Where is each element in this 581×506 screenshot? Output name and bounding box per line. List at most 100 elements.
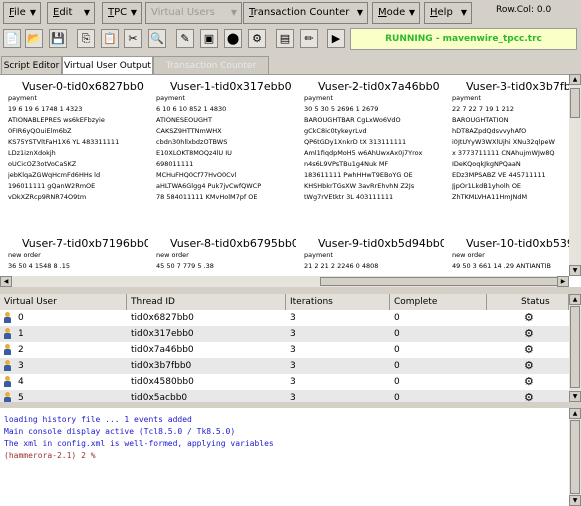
vuser-line: IDeKQoqkJkgNPQaaN bbox=[452, 160, 521, 168]
tab-virtual-user-output[interactable]: Virtual User Output bbox=[62, 56, 153, 74]
user-icon bbox=[4, 344, 11, 355]
terminal-icon[interactable]: ▣ bbox=[200, 29, 218, 48]
column-header-virtual-user[interactable]: Virtual User bbox=[0, 294, 127, 310]
cell-iterations: 3 bbox=[290, 361, 296, 371]
stop-icon[interactable]: ⬤ bbox=[224, 29, 242, 48]
vuser-title: Vuser-10-tid0xb5393bb bbox=[466, 237, 569, 250]
column-header-iterations[interactable]: Iterations bbox=[286, 294, 390, 310]
scroll-up-icon[interactable]: ▲ bbox=[569, 294, 581, 305]
vuser-line: JjpOr1LkdB1yholh OE bbox=[452, 182, 522, 190]
paste-icon[interactable]: 📋 bbox=[101, 29, 119, 48]
vuser-line: new order bbox=[8, 251, 41, 259]
column-header-thread-id[interactable]: Thread ID bbox=[127, 294, 286, 310]
scroll-thumb[interactable] bbox=[320, 277, 568, 286]
menu-tpc[interactable]: TPC ▼ bbox=[102, 2, 142, 24]
vuser-line: KHSHbkrTGsXW 3avRrEhvhN Z2Js bbox=[304, 182, 415, 190]
search-icon[interactable]: 🔍 bbox=[148, 29, 166, 48]
console-vertical-scrollbar[interactable]: ▲ ▼ bbox=[569, 408, 581, 506]
scroll-thumb[interactable] bbox=[570, 88, 580, 118]
console-line: loading history file ... 1 events added bbox=[4, 415, 192, 424]
menu-mode[interactable]: Mode ▼ bbox=[372, 2, 420, 24]
run-icon[interactable]: ▶ bbox=[327, 29, 345, 48]
scroll-thumb[interactable] bbox=[570, 306, 580, 388]
vuser-line: vDkXZRcp9RNR74O9tm bbox=[8, 193, 87, 201]
vuser-line: KS75YSTVltFaH1X6 YL 483311111 bbox=[8, 138, 120, 146]
vuser-line: 30 5 30 5 2696 1 2679 bbox=[304, 105, 379, 113]
running-gears-icon: ⚙ bbox=[524, 327, 534, 340]
pane-splitter[interactable] bbox=[0, 287, 581, 294]
scroll-thumb[interactable] bbox=[570, 420, 580, 494]
console-output[interactable]: loading history file ... 1 events added … bbox=[0, 408, 569, 506]
vuser-line: BAROUGHTATION bbox=[452, 116, 509, 124]
cell-iterations: 3 bbox=[290, 313, 296, 323]
output-vertical-scrollbar[interactable]: ▲ ▼ bbox=[569, 74, 581, 276]
cell-iterations: 3 bbox=[290, 345, 296, 355]
cell-user: 4 bbox=[18, 377, 24, 387]
menu-transaction-counter[interactable]: Transaction Counter ▼ bbox=[243, 2, 368, 24]
chart-icon[interactable]: ▤ bbox=[276, 29, 294, 48]
scroll-down-icon[interactable]: ▼ bbox=[569, 391, 581, 402]
menu-edit[interactable]: Edit ▼ bbox=[47, 2, 95, 24]
save-icon[interactable]: 💾 bbox=[49, 29, 67, 48]
output-horizontal-scrollbar[interactable]: ◀ ▶ bbox=[0, 276, 569, 287]
user-icon bbox=[4, 312, 11, 323]
vuser-line: ATIONABLEPRES ws6kEFbzyie bbox=[8, 116, 105, 124]
cell-complete: 0 bbox=[394, 361, 400, 371]
cell-thread: tid0x3b7fbb0 bbox=[131, 361, 192, 371]
vuser-title: Vuser-1-tid0x317ebb0 bbox=[170, 80, 292, 93]
column-header-status[interactable]: Status bbox=[487, 294, 569, 310]
copy-icon[interactable]: ⎘ bbox=[77, 29, 95, 48]
table-row[interactable]: 5 tid0x5acbb0 3 0 ⚙ bbox=[0, 390, 569, 402]
running-gears-icon: ⚙ bbox=[524, 375, 534, 388]
pencil-icon[interactable]: ✏ bbox=[300, 29, 318, 48]
scroll-left-icon[interactable]: ◀ bbox=[0, 276, 12, 287]
vuser-title: Vuser-8-tid0xb6795bb0 bbox=[170, 237, 296, 250]
console-line: Main console display active (Tcl8.5.0 / … bbox=[4, 427, 236, 436]
scroll-down-icon[interactable]: ▼ bbox=[569, 495, 581, 506]
running-gears-icon: ⚙ bbox=[524, 391, 534, 403]
running-gears-icon: ⚙ bbox=[524, 343, 534, 356]
vuser-title: Vuser-0-tid0x6827bb0 bbox=[22, 80, 144, 93]
table-row[interactable]: 1 tid0x317ebb0 3 0 ⚙ bbox=[0, 326, 569, 342]
open-icon[interactable]: 📂 bbox=[25, 29, 43, 48]
vuser-line: 6 10 6 10 852 1 4830 bbox=[156, 105, 227, 113]
edit-icon[interactable]: ✎ bbox=[176, 29, 194, 48]
menu-help[interactable]: Help ▼ bbox=[424, 2, 472, 24]
chevron-down-icon: ▼ bbox=[230, 8, 237, 17]
cell-user: 1 bbox=[18, 329, 24, 339]
vuser-line: payment bbox=[156, 94, 185, 102]
gears-icon[interactable]: ⚙ bbox=[248, 29, 266, 48]
scroll-right-icon[interactable]: ▶ bbox=[557, 276, 569, 287]
virtual-user-output-pane: Vuser-0-tid0x6827bb0 payment 19 6 19 6 1… bbox=[0, 74, 581, 287]
vuser-line: aHLTWA6Glgg4 Puk7jvCwfQWCP bbox=[156, 182, 262, 190]
table-row[interactable]: 0 tid0x6827bb0 3 0 ⚙ bbox=[0, 310, 569, 326]
table-row[interactable]: 4 tid0x4580bb0 3 0 ⚙ bbox=[0, 374, 569, 390]
vuser-line: n4s6L9VPsTBu1g4Nuk MF bbox=[304, 160, 389, 168]
vuser-title: Vuser-7-tid0xb7196bb0 bbox=[22, 237, 148, 250]
table-row[interactable]: 3 tid0x3b7fbb0 3 0 ⚙ bbox=[0, 358, 569, 374]
scroll-up-icon[interactable]: ▲ bbox=[569, 408, 581, 419]
menu-file[interactable]: File ▼ bbox=[3, 2, 41, 24]
new-icon[interactable]: 📄 bbox=[3, 29, 21, 48]
column-header-complete[interactable]: Complete bbox=[390, 294, 487, 310]
cell-complete: 0 bbox=[394, 345, 400, 355]
vuser-line: payment bbox=[304, 251, 333, 259]
vuser-line: 0FIR6yQOuiElm6bZ bbox=[8, 127, 72, 135]
cut-icon[interactable]: ✂ bbox=[124, 29, 142, 48]
scroll-down-icon[interactable]: ▼ bbox=[569, 265, 581, 276]
vuser-line: Aml1fiqdpMoH5 w6AhUwxAx0j7Yrox bbox=[304, 149, 423, 157]
menu-bar: File ▼ Edit ▼ TPC ▼ Virtual Users ▼ Tran… bbox=[0, 0, 581, 28]
chevron-down-icon: ▼ bbox=[83, 8, 90, 17]
table-vertical-scrollbar[interactable]: ▲ ▼ bbox=[569, 294, 581, 402]
vuser-line: payment bbox=[304, 94, 333, 102]
cell-thread: tid0x6827bb0 bbox=[131, 313, 194, 323]
tab-bar: Script Editor Virtual User Output Transa… bbox=[0, 56, 581, 74]
tab-script-editor[interactable]: Script Editor bbox=[1, 56, 62, 74]
scroll-up-icon[interactable]: ▲ bbox=[569, 74, 581, 85]
vuser-panel: Vuser-3-tid0x3b7fbb0 payment 22 7 22 7 1… bbox=[452, 80, 569, 203]
table-row[interactable]: 2 tid0x7a46bb0 3 0 ⚙ bbox=[0, 342, 569, 358]
user-icon bbox=[4, 360, 11, 371]
cell-user: 0 bbox=[18, 313, 24, 323]
vuser-panel: Vuser-2-tid0x7a46bb0 payment 30 5 30 5 2… bbox=[304, 80, 444, 203]
virtual-user-table: Virtual User Thread ID Iterations Comple… bbox=[0, 294, 581, 402]
